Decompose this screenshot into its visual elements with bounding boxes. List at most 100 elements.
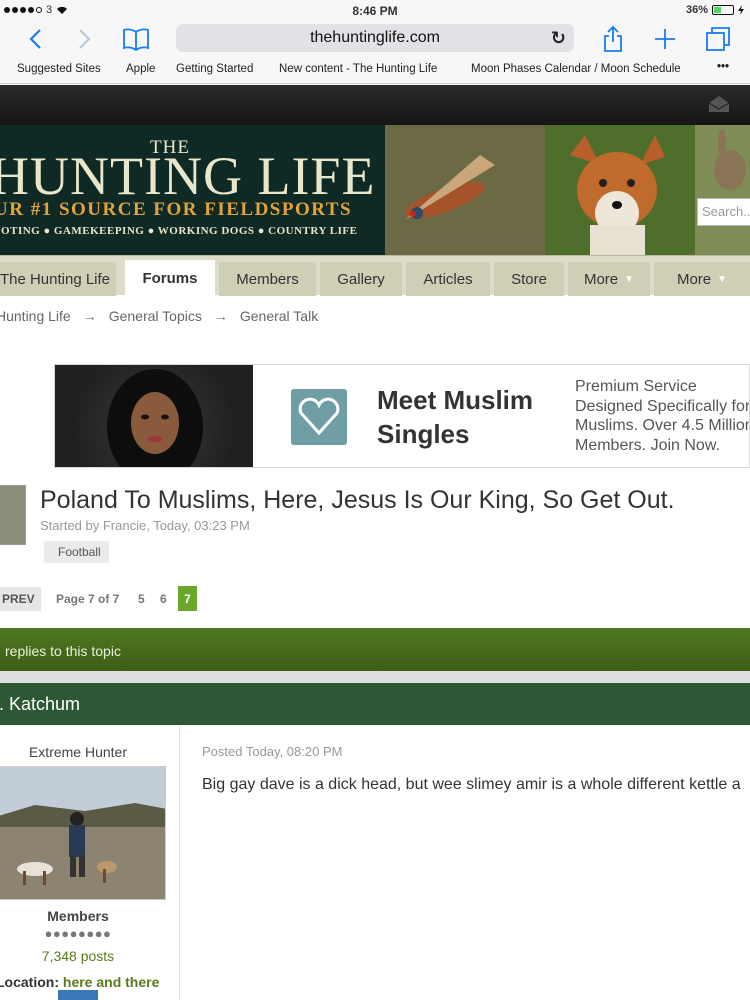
post-body: Big gay dave is a dick head, but wee sli…: [202, 776, 741, 793]
reload-icon[interactable]: ↻: [551, 28, 566, 49]
topic-title: Poland To Muslims, Here, Jesus Is Our Ki…: [40, 486, 675, 514]
address-bar[interactable]: thehuntinglife.com ↻: [176, 24, 574, 52]
page-link[interactable]: 6: [160, 592, 167, 606]
bookmarks-bar: Suggested Sites Apple Getting Started Ne…: [0, 58, 750, 84]
nav-label: More: [583, 270, 619, 288]
url-text: thehuntinglife.com: [310, 29, 440, 46]
arrow-right-icon: →: [82, 308, 97, 324]
site-banner: THE HUNTING LIFE UR #1 SOURCE FOR FIELDS…: [0, 125, 750, 255]
nav-item-members[interactable]: Members: [219, 262, 316, 296]
more-bookmarks-button[interactable]: •••: [717, 61, 729, 73]
nav-label: The Hunting Life: [0, 270, 111, 288]
charging-icon: [738, 5, 744, 15]
replies-bar: replies to this topic: [0, 628, 750, 671]
ad-description: Premium Service Designed Specifically fo…: [575, 377, 750, 455]
topic-meta: Started by Francie, Today, 03:23 PM: [40, 518, 250, 533]
tabs-button[interactable]: [703, 24, 733, 54]
post-author-bar: /. Katchum: [0, 683, 750, 725]
ad-text-line: Designed Specifically for: [575, 397, 750, 415]
ad-text-line: Premium Service: [575, 378, 697, 395]
arrow-right-icon: →: [213, 308, 228, 324]
member-badge-icon: [58, 990, 98, 1000]
battery-icon: [712, 5, 734, 15]
ad-portrait-image: [107, 369, 203, 467]
breadcrumb-item[interactable]: Hunting Life: [0, 308, 71, 324]
book-icon: [123, 28, 149, 51]
advertisement[interactable]: Meet Muslim Singles Premium Service Desi…: [54, 364, 750, 468]
member-avatar[interactable]: [0, 766, 166, 900]
battery-percent: 36%: [685, 4, 708, 16]
ad-text-line: Muslims. Over 4.5 Million: [575, 417, 750, 434]
ad-headline-line: Meet Muslim: [377, 385, 534, 415]
nav-item-gallery[interactable]: Gallery: [320, 262, 402, 296]
heart-logo-icon: [291, 389, 347, 445]
breadcrumb-item[interactable]: General Topics: [109, 308, 202, 324]
avatar-photo: [0, 767, 165, 899]
bookmark-item[interactable]: Moon Phases Calendar / Moon Schedule: [471, 63, 681, 75]
tabs-icon: [706, 27, 730, 51]
ad-headline: Meet Muslim Singles: [377, 383, 533, 451]
share-button[interactable]: [598, 24, 628, 54]
divider: [0, 671, 750, 683]
bookmarks-button[interactable]: [121, 24, 151, 54]
pheasant-illustration: [385, 125, 750, 255]
breadcrumb-item[interactable]: General Talk: [240, 308, 318, 324]
nav-label: Forums: [142, 269, 198, 287]
ad-photo: [55, 365, 253, 467]
forward-button[interactable]: [70, 24, 100, 54]
ad-headline-line: Singles: [377, 419, 470, 449]
nav-item-articles[interactable]: Articles: [406, 262, 490, 296]
topic-starter-avatar[interactable]: [0, 485, 26, 545]
location-label: Location:: [0, 974, 59, 990]
share-icon: [604, 25, 622, 52]
nav-label: Articles: [423, 270, 473, 288]
battery-level: [714, 7, 722, 13]
current-page: 7: [178, 586, 197, 611]
nav-label: Store: [511, 270, 547, 288]
site-top-bar: [0, 85, 750, 125]
browser-toolbar: thehuntinglife.com ↻: [0, 20, 750, 58]
battery-area: 36%: [686, 4, 744, 16]
nav-item-store[interactable]: Store: [494, 262, 564, 296]
new-tab-button[interactable]: [650, 24, 680, 54]
member-location: Location: here and there: [0, 974, 159, 990]
banner-photos: [385, 125, 750, 255]
post-date: Posted Today, 08:20 PM: [202, 744, 343, 759]
location-value: here and there: [62, 974, 160, 990]
caret-down-icon: ▼: [624, 273, 635, 285]
post-author-name[interactable]: /. Katchum: [0, 694, 80, 715]
member-rank: Extreme Hunter: [28, 744, 128, 760]
chevron-right-icon: [79, 29, 91, 49]
breadcrumb: Hunting Life → General Topics → General Talk: [0, 308, 318, 324]
bookmark-item[interactable]: Suggested Sites: [17, 63, 101, 75]
search-input[interactable]: Search...: [697, 198, 750, 226]
logo-categories: OOTING ● GAMEKEEPING ● WORKING DOGS ● CO…: [0, 225, 358, 237]
nav-label: More: [676, 270, 712, 288]
clock: 8:46 PM: [352, 4, 398, 18]
caret-down-icon: ▼: [717, 273, 728, 285]
nav-item-home[interactable]: The Hunting Life: [0, 262, 116, 296]
back-button[interactable]: [20, 24, 50, 54]
nav-item-more[interactable]: More ▼: [568, 262, 650, 296]
status-bar: 3 8:46 PM 36%: [0, 0, 750, 20]
bookmark-item[interactable]: Getting Started: [176, 63, 253, 75]
member-group: Members: [47, 908, 109, 924]
topic-tag[interactable]: Football: [44, 541, 109, 563]
site-logo[interactable]: HUNTING LIFE: [0, 145, 375, 207]
nav-item-more-secondary[interactable]: More ▼: [654, 262, 750, 296]
page-indicator: Page 7 of 7: [56, 592, 120, 606]
main-nav: The Hunting Life Forums Members Gallery …: [0, 255, 750, 296]
page-link[interactable]: 5: [138, 592, 145, 606]
chevron-left-icon: [29, 29, 41, 49]
nav-label: Members: [236, 270, 299, 288]
bookmark-item[interactable]: New content - The Hunting Life: [279, 63, 437, 75]
post-count: 7,348 posts: [41, 948, 115, 964]
plus-icon: [655, 29, 675, 49]
envelope-icon[interactable]: [708, 95, 730, 113]
reputation-pips: ●●●●●●●●: [44, 926, 112, 941]
nav-item-forums[interactable]: Forums: [125, 260, 215, 296]
logo-tagline: UR #1 SOURCE FOR FIELDSPORTS: [0, 199, 353, 220]
bookmark-item[interactable]: Apple: [126, 63, 155, 75]
ad-text-line: Members. Join Now.: [575, 436, 720, 454]
prev-page-button[interactable]: PREV: [0, 587, 41, 611]
